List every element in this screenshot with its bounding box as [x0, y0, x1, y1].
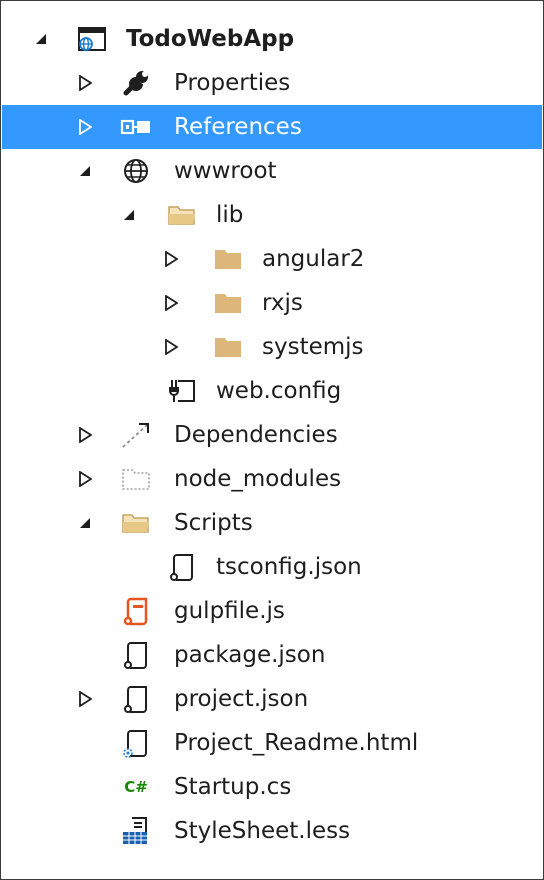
tree-item-lib[interactable]: lib [2, 193, 542, 237]
tree-item-label: TodoWebApp [126, 26, 295, 52]
collapsed-arrow-icon[interactable] [160, 325, 182, 369]
dependencies-icon [116, 413, 156, 457]
tree-item-label: Properties [174, 70, 291, 96]
collapsed-arrow-icon[interactable] [74, 413, 96, 457]
tree-item-label: Scripts [174, 510, 253, 536]
tree-item-gulpfile-js[interactable]: gulpfile.js [2, 589, 542, 633]
tree-item-label: gulpfile.js [174, 598, 285, 624]
tree-item-scripts[interactable]: Scripts [2, 501, 542, 545]
collapsed-arrow-icon[interactable] [74, 105, 96, 149]
expanded-arrow-icon[interactable] [118, 193, 140, 237]
tree-item-wwwroot[interactable]: wwwroot [2, 149, 542, 193]
tree-item-references[interactable]: References [2, 105, 542, 149]
tree-item-angular2[interactable]: angular2 [2, 237, 542, 281]
stylesheet-icon [116, 809, 156, 853]
expanded-arrow-icon[interactable] [74, 501, 96, 545]
tree-item-web-config[interactable]: web.config [2, 369, 542, 413]
collapsed-arrow-icon[interactable] [74, 61, 96, 105]
collapsed-arrow-icon[interactable] [160, 281, 182, 325]
csharp-glyph: C# [124, 778, 148, 796]
tree-item-label: angular2 [262, 246, 365, 272]
tree-item-label: rxjs [262, 290, 303, 316]
expanded-arrow-icon[interactable] [74, 149, 96, 193]
tree-item-package-json[interactable]: package.json [2, 633, 542, 677]
folder-icon [208, 237, 248, 281]
tree-item-label: StyleSheet.less [174, 818, 351, 844]
folder-icon [208, 281, 248, 325]
collapsed-arrow-icon[interactable] [74, 677, 96, 721]
tree-item-project-readme-html[interactable]: Project_Readme.html [2, 721, 542, 765]
gulp-file-icon [116, 589, 156, 633]
tree-item-todowebapp[interactable]: TodoWebApp [2, 17, 542, 61]
tree-item-label: Startup.cs [174, 774, 292, 800]
json-file-icon [162, 545, 202, 589]
tree-item-label: systemjs [262, 334, 364, 360]
tree-item-label: package.json [174, 642, 326, 668]
wrench-icon [116, 61, 156, 105]
collapsed-arrow-icon[interactable] [74, 457, 96, 501]
tree-item-stylesheet-less[interactable]: StyleSheet.less [2, 809, 542, 853]
tree-item-dependencies[interactable]: Dependencies [2, 413, 542, 457]
references-icon [116, 105, 156, 149]
csharp-file-icon: C# [116, 765, 156, 809]
tree-item-label: tsconfig.json [216, 554, 362, 580]
tree-item-rxjs[interactable]: rxjs [2, 281, 542, 325]
dotted-folder-icon [116, 457, 156, 501]
tree-item-tsconfig-json[interactable]: tsconfig.json [2, 545, 542, 589]
tree-item-label: project.json [174, 686, 309, 712]
tree-item-startup-cs[interactable]: C# Startup.cs [2, 765, 542, 809]
tree-item-node-modules[interactable]: node_modules [2, 457, 542, 501]
folder-open-icon [162, 193, 202, 237]
expanded-arrow-icon[interactable] [30, 17, 52, 61]
folder-open-icon [116, 501, 156, 545]
tree-item-label: lib [216, 202, 244, 228]
clipped-previous-row [1, 1, 544, 7]
solution-explorer-tree: TodoWebApp Properties References wwwroot… [0, 0, 544, 880]
config-file-icon [162, 369, 202, 413]
tree-item-label: Project_Readme.html [174, 730, 419, 756]
tree-item-systemjs[interactable]: systemjs [2, 325, 542, 369]
tree-item-project-json[interactable]: project.json [2, 677, 542, 721]
html-file-icon [116, 721, 156, 765]
tree-item-properties[interactable]: Properties [2, 61, 542, 105]
tree-item-label: Dependencies [174, 422, 338, 448]
tree-item-label: References [174, 114, 302, 140]
folder-icon [208, 325, 248, 369]
json-file-icon [116, 677, 156, 721]
globe-icon [116, 149, 156, 193]
collapsed-arrow-icon[interactable] [160, 237, 182, 281]
tree-item-label: wwwroot [174, 158, 277, 184]
tree-item-label: web.config [216, 378, 342, 404]
project-icon [72, 17, 112, 61]
json-file-icon [116, 633, 156, 677]
tree-item-label: node_modules [174, 466, 342, 492]
